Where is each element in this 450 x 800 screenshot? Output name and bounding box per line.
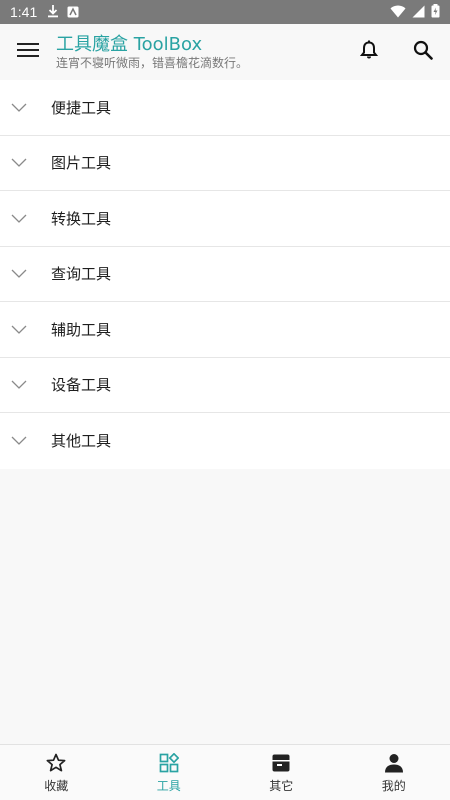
- chevron-down-icon: [0, 413, 38, 468]
- nav-label: 我的: [381, 778, 406, 793]
- notifications-button[interactable]: [342, 24, 396, 80]
- menu-button[interactable]: [0, 24, 56, 80]
- nav-label: 工具: [156, 778, 181, 793]
- download-icon: [47, 3, 59, 22]
- category-item-device[interactable]: 设备工具: [0, 357, 450, 413]
- nav-label: 收藏: [44, 778, 69, 793]
- battery-icon: [431, 3, 440, 22]
- nav-label: 其它: [269, 778, 294, 793]
- category-item-query[interactable]: 查询工具: [0, 246, 450, 302]
- title-block: 工具魔盒 ToolBox 连宵不寝听微雨，错喜檐花滴数行。: [56, 33, 249, 70]
- chevron-down-icon: [0, 135, 38, 190]
- category-item-assist[interactable]: 辅助工具: [0, 302, 450, 358]
- category-item-image[interactable]: 图片工具: [0, 135, 450, 191]
- category-list: 便捷工具 图片工具 转换工具 查询工具 辅助工具 设备工具 其他工具: [0, 80, 450, 469]
- category-item-convert[interactable]: 转换工具: [0, 191, 450, 247]
- chevron-down-icon: [0, 246, 38, 301]
- category-label: 便捷工具: [51, 98, 112, 117]
- star-icon: [45, 752, 67, 774]
- nav-item-other[interactable]: 其它: [225, 745, 338, 800]
- category-label: 图片工具: [51, 154, 112, 173]
- status-time: 1:41: [10, 4, 38, 20]
- chevron-down-icon: [0, 80, 38, 135]
- nav-item-mine[interactable]: 我的: [338, 745, 450, 800]
- category-label: 设备工具: [51, 376, 112, 395]
- hamburger-menu-icon: [17, 42, 39, 62]
- chevron-down-icon: [0, 357, 38, 412]
- bell-icon: [359, 40, 379, 64]
- app-bar: 工具魔盒 ToolBox 连宵不寝听微雨，错喜檐花滴数行。: [0, 24, 450, 80]
- search-icon: [413, 40, 433, 64]
- chevron-down-icon: [0, 191, 38, 246]
- search-button[interactable]: [396, 24, 450, 80]
- bottom-nav: 收藏 工具 其它 我的: [0, 744, 450, 800]
- grid-icon: [158, 752, 180, 774]
- nav-item-favorites[interactable]: 收藏: [0, 745, 113, 800]
- signal-icon: [412, 3, 425, 22]
- category-item-other[interactable]: 其他工具: [0, 413, 450, 469]
- category-label: 辅助工具: [51, 320, 112, 339]
- app-subtitle: 连宵不寝听微雨，错喜檐花滴数行。: [56, 55, 249, 70]
- person-icon: [383, 752, 405, 774]
- wifi-icon: [390, 3, 406, 22]
- app-notification-icon: [67, 3, 79, 22]
- status-bar: 1:41: [0, 0, 450, 24]
- box-icon: [270, 752, 292, 774]
- category-item-convenient[interactable]: 便捷工具: [0, 80, 450, 136]
- category-label: 其他工具: [51, 432, 112, 451]
- nav-item-tools[interactable]: 工具: [113, 745, 226, 800]
- category-label: 查询工具: [51, 265, 112, 284]
- chevron-down-icon: [0, 302, 38, 357]
- app-title: 工具魔盒 ToolBox: [56, 33, 203, 55]
- category-label: 转换工具: [51, 209, 112, 228]
